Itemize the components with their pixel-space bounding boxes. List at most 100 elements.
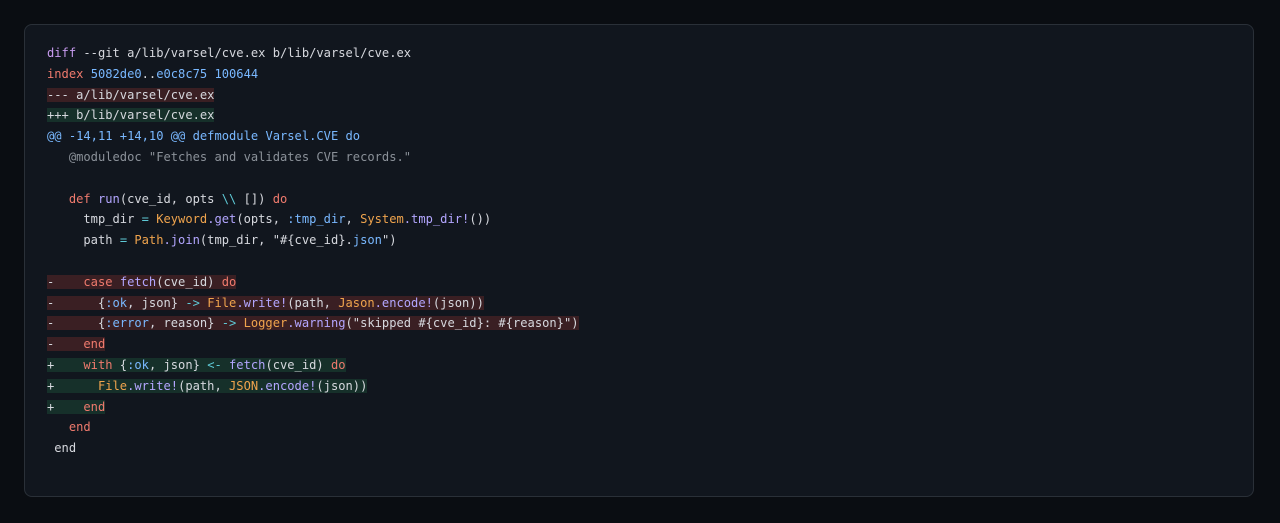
- end-keyword: end: [47, 420, 91, 435]
- join-args-end: "): [381, 233, 397, 248]
- pattern-mid: , reason}: [148, 316, 222, 331]
- def-keyword: def: [68, 191, 91, 206]
- encode-args: (json)): [432, 295, 484, 310]
- call-args-end: ()): [469, 212, 492, 227]
- warning-string: ("skipped #{cve_id}: #{reason}"): [345, 316, 579, 331]
- removed-line: - {:ok, json} -> File.write!(path, Jason…: [47, 293, 579, 314]
- encode-args: (json)): [316, 378, 368, 393]
- end-keyword: end: [83, 337, 106, 352]
- hunk-context-keyword: defmodule: [192, 129, 259, 144]
- module-keyword: Keyword: [156, 212, 208, 227]
- function-encode: .encode!: [258, 378, 317, 393]
- module-file: File: [207, 295, 237, 310]
- do-keyword: do: [221, 274, 237, 289]
- hunk-context-name: Varsel.CVE: [265, 129, 339, 144]
- moduledoc-text: @moduledoc "Fetches and validates CVE re…: [47, 149, 412, 164]
- arrow-operator: ->: [185, 295, 200, 310]
- new-file-path: +++ b/lib/varsel/cve.ex: [47, 108, 215, 123]
- tmp-dir-var: tmp_dir: [47, 212, 142, 227]
- module-jason: Jason: [338, 295, 375, 310]
- index-from-hash: 5082de0: [90, 66, 142, 81]
- hunk-header: @@ -14,11 +14,10 @@ defmodule Varsel.CVE…: [47, 126, 579, 147]
- removed-line: - {:error, reason} -> Logger.warning("sk…: [47, 313, 579, 334]
- function-fetch: fetch: [119, 274, 157, 289]
- module-end-keyword: end: [47, 441, 77, 456]
- function-write: .write!: [236, 295, 288, 310]
- function-tmp-dir: .tmp_dir!: [403, 212, 470, 227]
- index-keyword: index: [47, 66, 84, 81]
- removed-line: - end: [47, 334, 579, 355]
- added-line: + end: [47, 397, 579, 418]
- diff-args: --git a/lib/varsel/cve.ex b/lib/varsel/c…: [76, 46, 412, 60]
- module-file: File: [97, 378, 128, 393]
- pattern-mid: , json}: [148, 357, 208, 372]
- arrow-operator: ->: [221, 316, 237, 331]
- added-line: + with {:ok, json} <- fetch(cve_id) do: [47, 355, 579, 376]
- diff-header-line: diff --git a/lib/varsel/cve.ex b/lib/var…: [47, 43, 579, 64]
- index-mode: 100644: [214, 66, 259, 81]
- case-keyword: case: [83, 274, 113, 289]
- def-args-end: []): [236, 191, 266, 206]
- new-file-line: +++ b/lib/varsel/cve.ex: [47, 105, 579, 126]
- module-json: JSON: [229, 378, 259, 393]
- do-keyword: do: [330, 357, 346, 372]
- join-args: (tmp_dir, "#{cve_id}.: [199, 233, 353, 248]
- write-args: (path,: [287, 295, 339, 310]
- atom-ok: :ok: [127, 357, 149, 372]
- context-line: end: [47, 438, 579, 459]
- context-line: def run(cve_id, opts \\ []) do: [47, 189, 579, 210]
- json-ext: json: [352, 233, 382, 248]
- added-line: + File.write!(path, JSON.encode!(json)): [47, 376, 579, 397]
- match-arrow-operator: <-: [207, 357, 222, 372]
- module-system: System: [360, 212, 404, 227]
- diff-panel: diff --git a/lib/varsel/cve.ex b/lib/var…: [24, 24, 1254, 497]
- assign-operator: =: [119, 233, 128, 248]
- removed-line: - case fetch(cve_id) do: [47, 272, 579, 293]
- indent: {: [54, 316, 106, 331]
- pattern-mid: , json}: [127, 295, 186, 310]
- context-line: end: [47, 417, 579, 438]
- diff-cmd: diff: [47, 46, 77, 60]
- old-file-line: --- a/lib/varsel/cve.ex: [47, 85, 579, 106]
- context-line: path = Path.join(tmp_dir, "#{cve_id}.jso…: [47, 230, 579, 251]
- index-to-hash: e0c8c75: [156, 66, 208, 81]
- function-warning: .warning: [287, 316, 346, 331]
- default-operator: \\: [221, 191, 237, 206]
- function-name: run: [97, 191, 120, 206]
- diff-code: diff --git a/lib/varsel/cve.ex b/lib/var…: [47, 43, 579, 459]
- end-keyword: end: [83, 399, 106, 414]
- atom-tmp-dir: :tmp_dir: [287, 212, 346, 227]
- pattern-open: {: [112, 357, 128, 372]
- function-encode: .encode!: [374, 295, 433, 310]
- indent: {: [54, 295, 106, 310]
- atom-error: :error: [105, 316, 149, 331]
- write-args: (path,: [178, 378, 230, 393]
- call-args: (opts,: [236, 212, 288, 227]
- atom-ok: :ok: [105, 295, 128, 310]
- hunk-context-do: do: [345, 129, 361, 144]
- function-get: .get: [207, 212, 237, 227]
- context-line: tmp_dir = Keyword.get(opts, :tmp_dir, Sy…: [47, 209, 579, 230]
- fetch-args: (cve_id): [265, 357, 331, 372]
- with-keyword: with: [83, 357, 113, 372]
- call-args-sep: ,: [345, 212, 361, 227]
- index-line: index 5082de0..e0c8c75 100644: [47, 64, 579, 85]
- def-args: (cve_id, opts: [119, 191, 222, 206]
- index-separator: ..: [141, 66, 157, 81]
- function-fetch: fetch: [229, 357, 266, 372]
- module-logger: Logger: [243, 316, 288, 331]
- path-var: path: [47, 233, 120, 248]
- function-join: .join: [163, 233, 200, 248]
- do-keyword: do: [272, 191, 288, 206]
- context-line: @moduledoc "Fetches and validates CVE re…: [47, 147, 579, 168]
- hunk-range: @@ -14,11 +14,10 @@: [47, 129, 186, 144]
- old-file-path: --- a/lib/varsel/cve.ex: [47, 87, 215, 102]
